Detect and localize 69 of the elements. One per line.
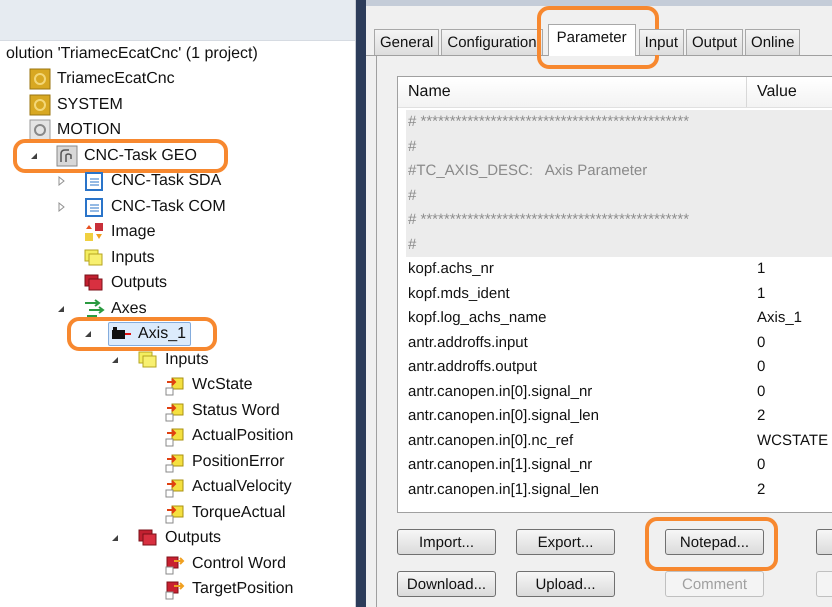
tree-item[interactable]: Axis_1: [108, 322, 192, 346]
tree-item[interactable]: ActualPosition: [162, 424, 298, 448]
parameter-value: 0: [756, 382, 766, 402]
column-header[interactable]: Value: [747, 77, 797, 107]
gear-tile-icon: [29, 119, 51, 142]
tree-item[interactable]: TorqueActual: [162, 500, 290, 525]
tab[interactable]: Configuration: [441, 29, 543, 55]
parameter-value: WCSTATE: [756, 430, 828, 450]
tree-item[interactable]: SYSTEM: [27, 92, 128, 117]
tree-item[interactable]: TriamecEcatCnc: [27, 67, 180, 92]
tree-item[interactable]: Inputs: [81, 246, 160, 270]
button[interactable]: Notepad...: [665, 529, 764, 555]
tree-item[interactable]: MOTION: [27, 118, 126, 142]
button[interactable]: Export...: [516, 529, 615, 555]
comment-line: #: [407, 136, 416, 156]
tree-item[interactable]: Control Word: [162, 552, 291, 576]
tree-item[interactable]: CNC-Task COM: [81, 194, 231, 219]
parameter-name: antr.canopen.in[1].signal_len: [407, 480, 600, 500]
tree-item[interactable]: Outputs: [135, 526, 226, 550]
tree-item[interactable]: Outputs: [81, 271, 172, 296]
document-icon: [83, 170, 105, 192]
parameter-value: 2: [756, 480, 766, 500]
tree-item[interactable]: TargetPosition: [162, 577, 298, 602]
parameter-value: 1: [756, 259, 766, 279]
parameter-value: 0: [756, 332, 766, 352]
parameter-name: antr.canopen.in[0].signal_nr: [407, 382, 594, 402]
tab[interactable]: Online: [745, 29, 800, 55]
comment-line: # **********************************************: [407, 210, 690, 230]
comment-line: # **********************************************: [407, 112, 690, 132]
parameter-name: antr.addroffs.output: [407, 357, 538, 377]
parameter-name: antr.canopen.in[0].nc_ref: [407, 430, 574, 450]
parameter-name: kopf.log_achs_name: [407, 308, 548, 328]
button[interactable]: Upload...: [516, 571, 615, 597]
tree-item[interactable]: CNC-Task GEO: [54, 144, 202, 168]
parameter-value: 1: [756, 284, 766, 304]
button[interactable]: Download...: [397, 571, 496, 597]
tab[interactable]: Input: [638, 29, 684, 55]
tree-item[interactable]: PositionError: [162, 450, 290, 474]
tree-item[interactable]: CNC-Task SDA: [81, 169, 226, 194]
squares-icon: [83, 221, 105, 244]
parameter-name: kopf.mds_ident: [407, 284, 511, 304]
tree-item[interactable]: ActualVelocity: [162, 475, 297, 500]
comment-line: #: [407, 186, 416, 206]
curve-tile-icon: [56, 144, 78, 167]
gear-tile-icon: [29, 68, 51, 90]
tree-item[interactable]: Inputs: [135, 348, 214, 372]
tab[interactable]: Parameter: [548, 24, 636, 56]
comment-line: #: [407, 234, 416, 254]
tab[interactable]: Output: [686, 29, 744, 55]
parameter-name: antr.addroffs.input: [407, 332, 529, 352]
tab[interactable]: General: [374, 29, 440, 55]
tree-item[interactable]: Axes: [81, 296, 152, 321]
parameter-name: antr.canopen.in[0].signal_len: [407, 406, 600, 426]
button[interactable]: Import...: [397, 529, 496, 555]
tree-item[interactable]: Status Word: [162, 398, 285, 423]
document-icon: [83, 196, 105, 218]
parameter-value: 2: [756, 406, 766, 426]
solution-label: olution 'TriamecEcatCnc' (1 project): [5, 44, 259, 64]
tree-item[interactable]: WcState: [162, 373, 258, 398]
gear-tile-icon: [29, 94, 51, 116]
tree-item[interactable]: Image: [81, 220, 160, 244]
parameter-name: kopf.achs_nr: [407, 259, 495, 279]
parameter-value: 0: [756, 357, 766, 377]
column-header[interactable]: Name: [398, 77, 747, 107]
parameter-value: Axis_1: [756, 308, 802, 328]
parameter-value: 0: [756, 455, 766, 475]
parameter-name: antr.canopen.in[1].signal_nr: [407, 455, 594, 475]
comment-line: #TC_AXIS_DESC: Axis Parameter: [407, 161, 648, 181]
arrows-icon: [83, 298, 105, 320]
